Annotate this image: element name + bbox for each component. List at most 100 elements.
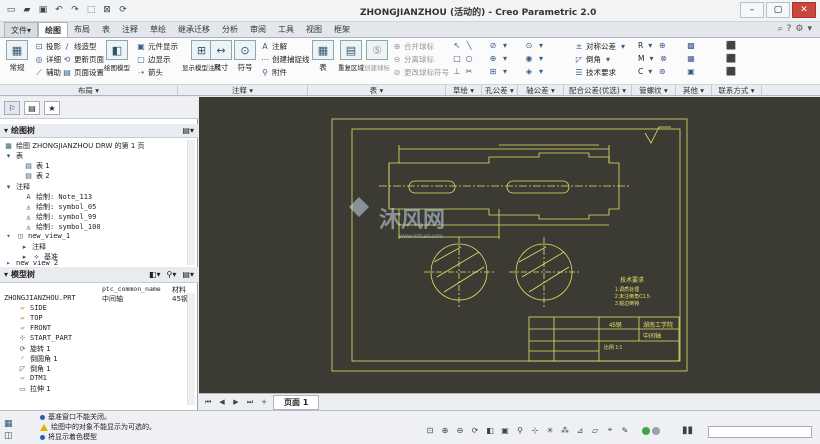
table-button[interactable]: ▦ 表 (312, 40, 334, 73)
tab-frame[interactable]: 框架 (328, 22, 356, 37)
arrow-button[interactable]: ➝ 箭头 (136, 67, 163, 78)
open-icon[interactable]: ▰ (20, 3, 34, 17)
projection-button[interactable]: ⊡ 投影 (34, 41, 61, 52)
tab-sketch[interactable]: 草绘 (144, 22, 172, 37)
show-icon[interactable]: ◧▾ (149, 270, 161, 279)
tab-drawing[interactable]: 绘图 (38, 22, 69, 37)
last-page-icon[interactable]: ⏭ (245, 397, 255, 407)
favorites-tab-icon[interactable]: ★ (44, 101, 60, 115)
spin-center-icon[interactable]: ✳ (544, 424, 556, 436)
group-hole-tol[interactable]: 孔公差 ▾ (482, 85, 518, 95)
pick-icon[interactable]: ▮▮ (682, 425, 693, 436)
prev-page-icon[interactable]: ◀ (217, 397, 227, 407)
group-table[interactable]: 表 ▾ (308, 85, 446, 95)
tree-item[interactable]: ◬ 绘制: symbol_100 (24, 222, 100, 232)
rect-tool[interactable]: □ ○ (452, 54, 474, 63)
plane-display-icon[interactable]: ▱ (589, 424, 601, 436)
group-contact[interactable]: 联系方式 ▾ (712, 85, 762, 95)
tab-layout[interactable]: 布局 (68, 22, 96, 37)
tab-review[interactable]: 审阅 (244, 22, 272, 37)
snap-icon[interactable]: ⌖ (604, 424, 616, 436)
zoom-in-icon[interactable]: ⊕ (439, 424, 451, 436)
tree-item[interactable]: ▦ 绘图 ZHONGJIANZHOU DRW 的第 1 页 (4, 141, 144, 151)
point-display-icon[interactable]: ⁂ (559, 424, 571, 436)
folder-tab-icon[interactable]: ▤ (24, 101, 40, 115)
help-icon[interactable]: ? (787, 24, 792, 34)
column-header-common-name[interactable]: ptc_common_name (102, 285, 161, 293)
datum-display-icon[interactable]: ⚲ (514, 424, 526, 436)
group-shaft-tol[interactable]: 轴公差 ▾ (518, 85, 564, 95)
merge-balloon-button[interactable]: ⊕ 合并球标 (392, 41, 434, 52)
tree-settings-icon[interactable]: ▤▾ (182, 126, 194, 135)
thread-r-button[interactable]: R ▾ ⊕ (638, 41, 667, 50)
normal-view-button[interactable]: ▦ 常规 (6, 40, 28, 73)
model-tree-scrollbar[interactable] (187, 293, 195, 405)
window-icon[interactable]: ⬚ (84, 3, 98, 17)
shaft-tol-2[interactable]: ◉ ▾ (524, 54, 546, 63)
table-row[interactable]: ◜ 倒圆角 1 (18, 354, 58, 364)
detail-button[interactable]: ◎ 详细 (34, 54, 62, 65)
maximize-button[interactable]: ▢ (766, 2, 790, 18)
thread-m-button[interactable]: M ▾ ⊗ (638, 54, 668, 63)
table-row[interactable]: ◸ 倒角 1 (18, 364, 51, 374)
zoom-out-icon[interactable]: ⊖ (454, 424, 466, 436)
edge-display-button[interactable]: ▢ 边显示 (136, 54, 170, 65)
tab-legacy[interactable]: 继承迁移 (172, 22, 216, 37)
create-ref-button[interactable]: ⋯ 创建捕捉线 (260, 54, 310, 65)
refit-icon[interactable]: ⊡ (424, 424, 436, 436)
excel-button[interactable]: ⬛ (726, 67, 736, 76)
frame-button[interactable]: ▣ (686, 67, 696, 76)
status-grid-icon[interactable]: ▦ (4, 419, 13, 429)
tree-item[interactable]: ▤ 表 2 (24, 171, 50, 181)
filter-icon[interactable]: ⚲▾ (167, 270, 177, 279)
tab-annotate[interactable]: 注释 (116, 22, 144, 37)
table-row[interactable]: ▱ DTM1 (18, 374, 46, 382)
page-setup-button[interactable]: ▤ 页面设置 (62, 67, 104, 78)
create-balloon-button[interactable]: ⑤ 创建球标 (364, 40, 390, 72)
undo-icon[interactable]: ↶ (52, 3, 66, 17)
group-annotation[interactable]: 注释 ▾ (178, 85, 308, 95)
table-row[interactable]: ▭ 拉伸 1 (18, 384, 51, 394)
drawing-model-button[interactable]: ◧ 绘图模型 (104, 40, 130, 72)
regenerate-icon[interactable]: ⟳ (116, 3, 130, 17)
minimize-button[interactable]: – (740, 2, 764, 18)
model-tree-tab-icon[interactable]: ⚐ (4, 101, 20, 115)
group-pipe-thread[interactable]: 管螺纹 ▾ (632, 85, 676, 95)
next-page-icon[interactable]: ▶ (231, 397, 241, 407)
add-page-icon[interactable]: + (259, 397, 269, 407)
table-row[interactable]: ⊹ START_PART (18, 334, 73, 342)
table-row[interactable]: ▱ TOP (18, 314, 42, 322)
help-dropdown-icon[interactable]: ▾ (807, 24, 812, 34)
hatch-button[interactable]: ▩ (686, 41, 696, 50)
shaft-tol-1[interactable]: ⊙ ▾ (524, 41, 546, 50)
drawing-canvas[interactable]: 技术要求 1.调质处理 2.未注倒角C1.5 3.锐边倒钝 45钢 湖南工学院 … (199, 97, 820, 393)
close-window-icon[interactable]: ⊠ (100, 3, 114, 17)
change-balloon-button[interactable]: ⊘ 更改球标符号 (392, 67, 449, 78)
save-icon[interactable]: ▣ (36, 3, 50, 17)
tab-table[interactable]: 表 (96, 22, 116, 37)
new-icon[interactable]: ▭ (4, 3, 18, 17)
repaint-icon[interactable]: ⟳ (469, 424, 481, 436)
element-display-button[interactable]: ▣ 元件显示 (136, 41, 178, 52)
selection-filter-dropdown[interactable] (708, 426, 812, 438)
tech-req-button[interactable]: ☰ 技术要求 (574, 67, 616, 78)
search-icon[interactable]: ⌕ (778, 24, 783, 34)
symmetric-tol-button[interactable]: ± 对称公差 ▾ (574, 41, 628, 52)
csys-display-icon[interactable]: ⊿ (574, 424, 586, 436)
saved-views-icon[interactable]: ▣ (499, 424, 511, 436)
symbol-button[interactable]: ⊙ 符号 (234, 40, 256, 73)
table-row[interactable]: ▱ SIDE (18, 304, 46, 312)
line-style-button[interactable]: ∕ 线造型 (62, 41, 97, 52)
hole-tol-1[interactable]: ⊘ ▾ (488, 41, 510, 50)
table-row[interactable]: ⟳ 旋转 1 (18, 344, 51, 354)
repeat-region-button[interactable]: ▤ 重复区域 (338, 40, 364, 72)
attachment-button[interactable]: ⚲ 附件 (260, 67, 287, 78)
pdf2-button[interactable]: ⬛ (726, 54, 736, 63)
status-browser-icon[interactable]: ◫ (4, 431, 13, 441)
first-page-icon[interactable]: ⏮ (203, 397, 213, 407)
table-row[interactable]: ▱ FRONT (18, 324, 51, 332)
hole-tol-3[interactable]: ⊞ ▾ (488, 67, 510, 76)
tree-item[interactable]: ▾ 注释 (4, 182, 30, 192)
hole-tol-2[interactable]: ⊕ ▾ (488, 54, 510, 63)
table-row[interactable]: ZHONGJIANZHOU.PRT (4, 294, 76, 302)
